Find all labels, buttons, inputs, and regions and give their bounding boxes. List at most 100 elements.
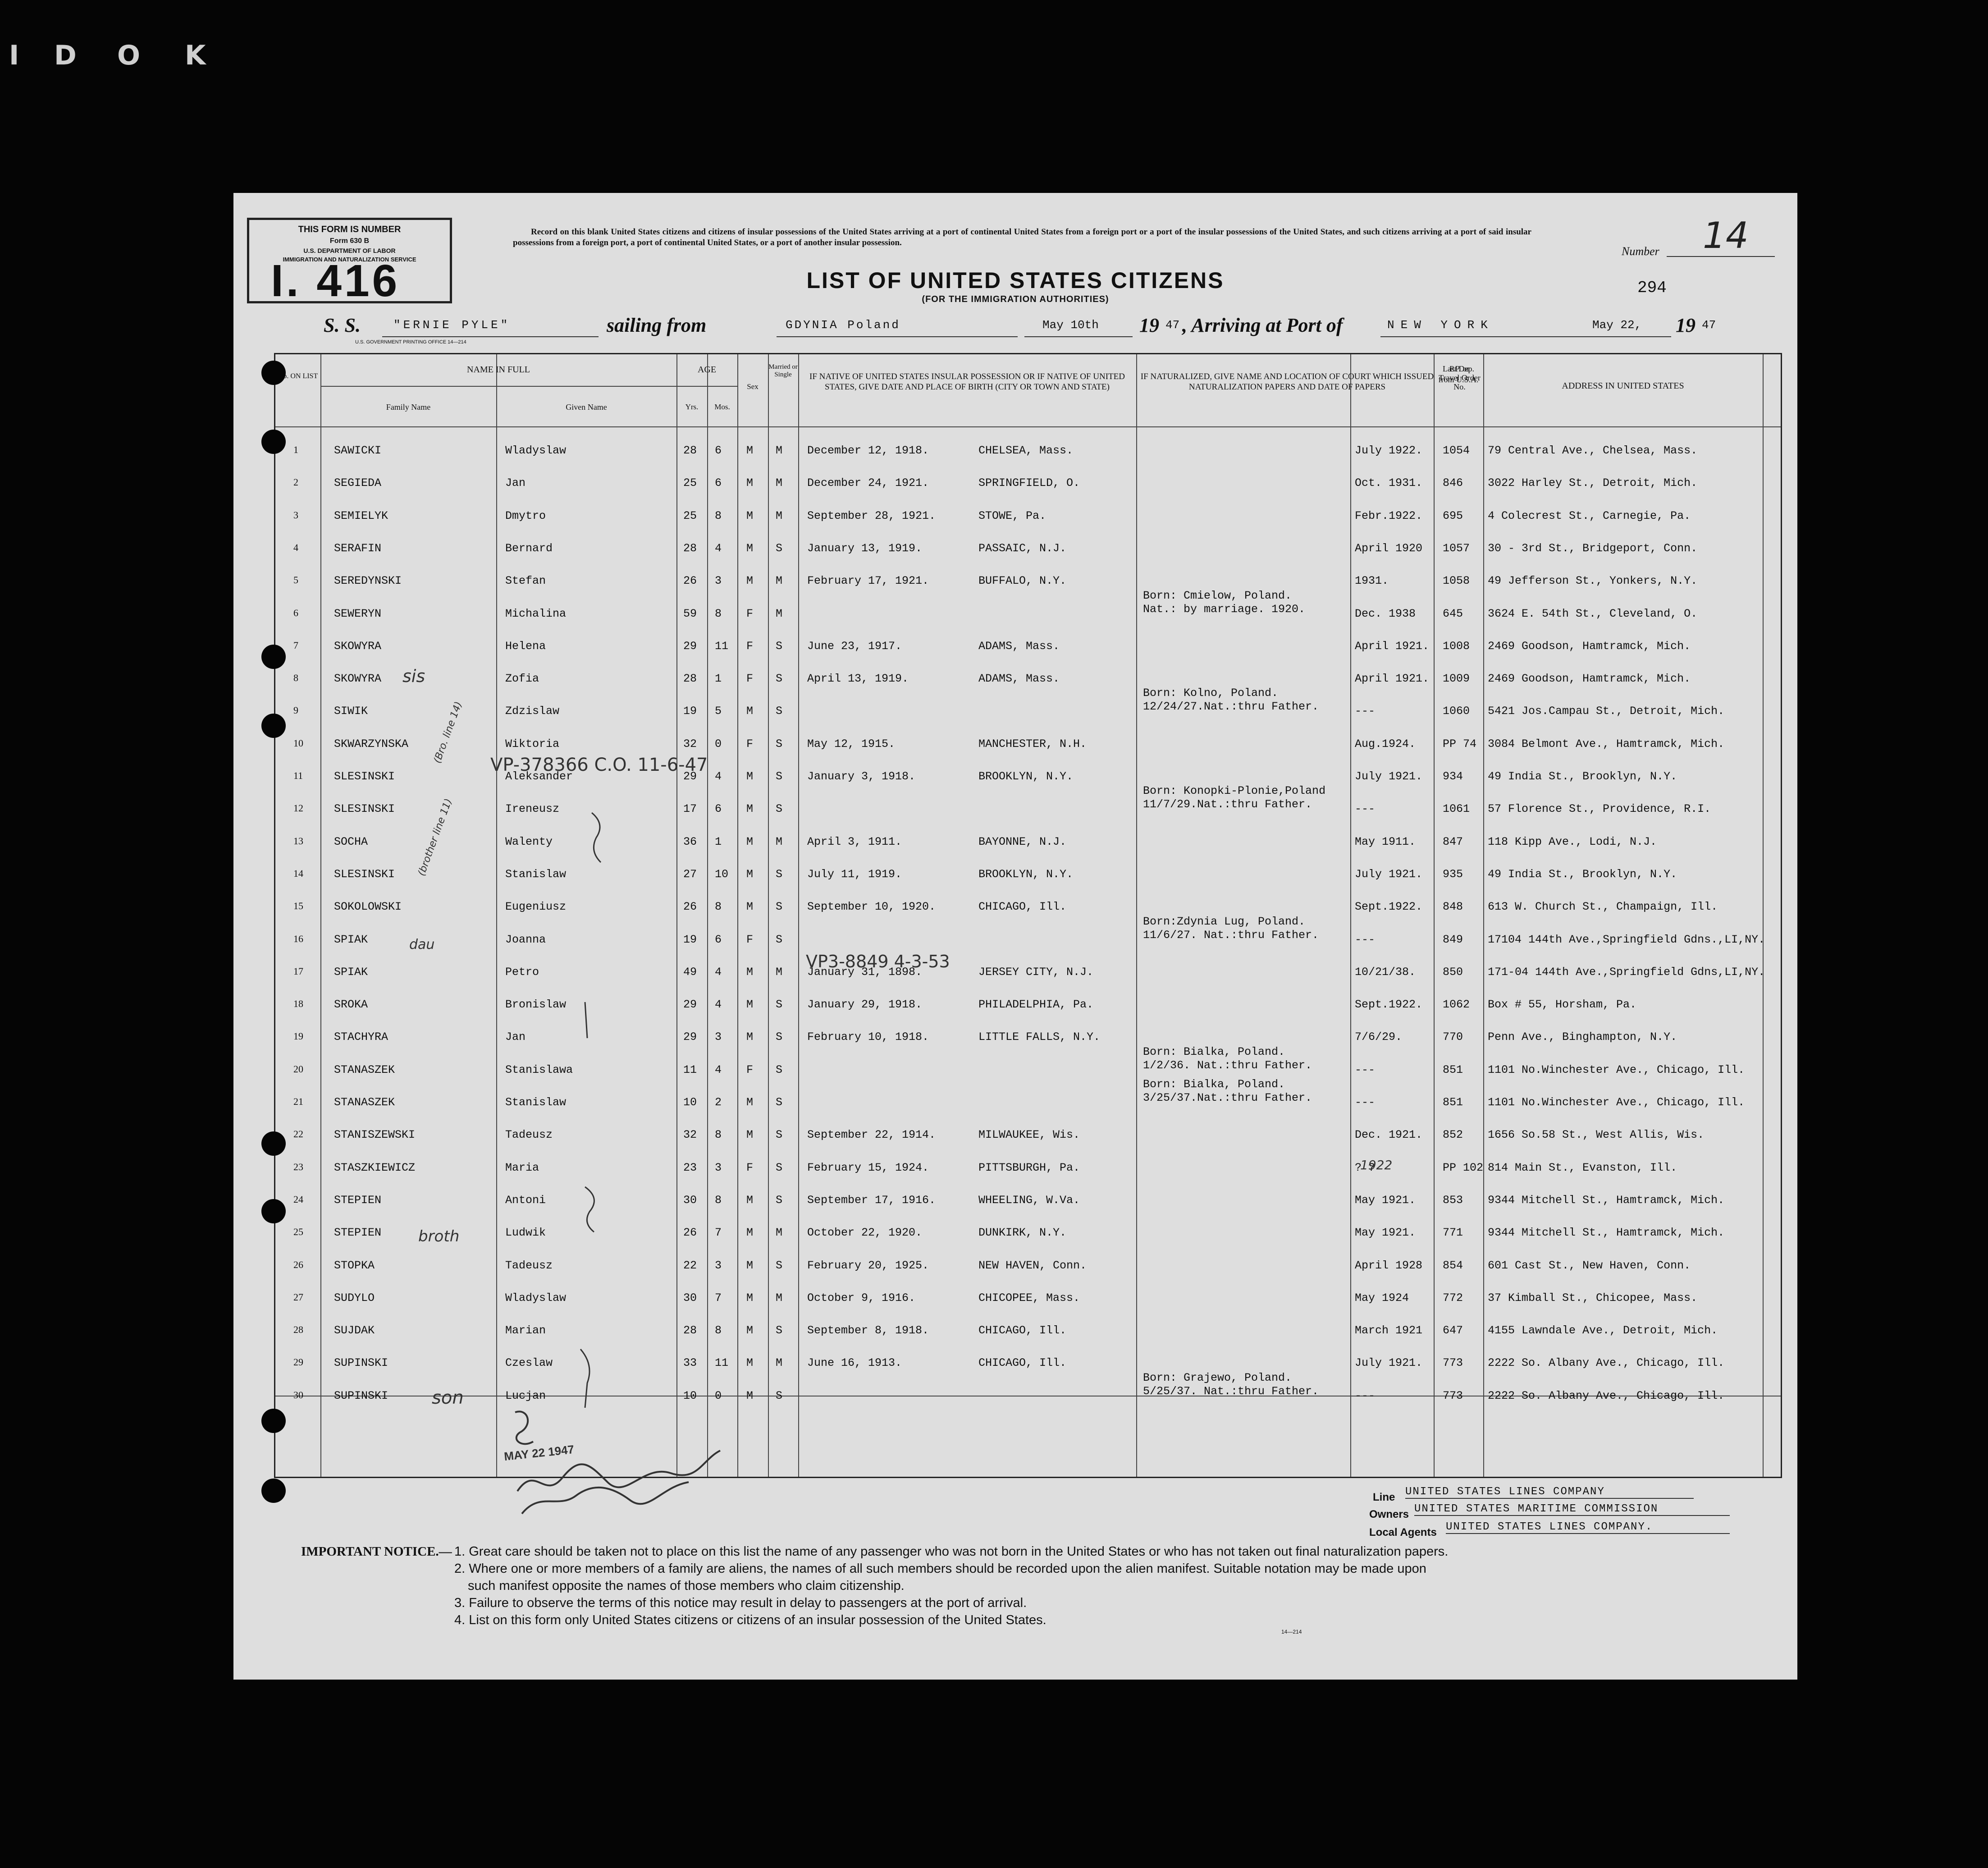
cell-last-departure: July 1921. (1355, 867, 1423, 881)
owners-label: Owners (1369, 1508, 1409, 1520)
passenger-table: No. ON LIST NAME IN FULL Family Name Giv… (274, 353, 1782, 1478)
cell-given-name: Ludwik (505, 1226, 546, 1240)
handwritten-broth: broth (418, 1227, 460, 1245)
cell-age-months: 4 (715, 1063, 722, 1076)
cell-pp-number: 851 (1443, 1063, 1463, 1076)
header-given-name: Given Name (566, 403, 607, 412)
cell-address: 57 Florence St., Providence, R.I. (1488, 802, 1711, 816)
cell-given-name: Tadeusz (505, 1259, 553, 1272)
cell-last-departure: May 1921. (1355, 1193, 1416, 1207)
cell-address: 4155 Lawndale Ave., Detroit, Mich. (1488, 1324, 1718, 1337)
cell-row-number: 20 (293, 1063, 303, 1075)
table-row: 17 SPIAK Petro 49 4 M M January 31, 1898. JERSEY… (275, 955, 1781, 988)
header-naturalized: IF NATURALIZED, GIVE NAME AND LOCATION O… (1140, 372, 1434, 392)
cell-address: 613 W. Church St., Champaign, Ill. (1488, 900, 1718, 914)
cell-row-number: 5 (293, 574, 298, 586)
cell-marital-status: S (776, 639, 783, 653)
port-underline (1380, 336, 1615, 337)
cell-row-number: 13 (293, 835, 303, 847)
cell-age-years: 28 (683, 672, 697, 686)
table-row: 18 SROKA Bronislaw 29 4 M S January 29, 1918. PH… (275, 987, 1781, 1020)
cell-pp-number: 850 (1443, 965, 1463, 979)
cell-row-number: 3 (293, 509, 298, 521)
handwritten-vp2: VP3-8849 4-3-53 (806, 952, 950, 971)
film-mark: D (54, 40, 77, 71)
cell-given-name: Walenty (505, 835, 553, 848)
cell-pp-number: 772 (1443, 1291, 1463, 1305)
cell-age-years: 28 (683, 444, 697, 457)
cell-sex: F (746, 1161, 754, 1174)
table-row: 13 SOCHA Walenty 36 1 M M April 3, 1911. BAYONNE… (275, 824, 1781, 857)
notice-item-2a: 2. Where one or more members of a family… (454, 1561, 1426, 1576)
cell-birth-date: September 8, 1918. (807, 1324, 929, 1337)
cell-age-months: 1 (715, 672, 722, 686)
cell-birth-place: BAYONNE, N.J. (978, 835, 1067, 848)
cell-sex: F (746, 639, 754, 653)
cell-age-months: 3 (715, 1259, 722, 1272)
cell-birth-place: NEW HAVEN, Conn. (978, 1259, 1087, 1272)
cell-family-name: STACHYRA (334, 1030, 388, 1044)
cell-age-months: 0 (715, 737, 722, 751)
year-prefix: 19 (1139, 314, 1159, 336)
cell-birth-place: CHELSEA, Mass. (978, 444, 1074, 457)
cell-age-months: 7 (715, 1291, 722, 1305)
cell-birth-place: SPRINGFIELD, O. (978, 476, 1080, 490)
cell-given-name: Jan (505, 476, 526, 490)
cell-last-departure: --- (1355, 933, 1376, 946)
cell-last-departure: Oct. 1931. (1355, 476, 1423, 490)
number-label: Number (1622, 245, 1659, 258)
header-yrs: Yrs. (685, 403, 699, 411)
table-row: 7 SKOWYRA Helena 29 11 F S June 23, 1917. ADAMS,… (275, 629, 1781, 662)
cell-pp-number: 1058 (1443, 574, 1470, 588)
cell-given-name: Bernard (505, 541, 553, 555)
cell-last-departure: July 1921. (1355, 770, 1423, 783)
cell-sex: M (746, 1128, 754, 1142)
cell-row-number: 2 (293, 476, 298, 488)
from-underline (777, 336, 1018, 337)
cell-given-name: Zofia (505, 672, 539, 686)
cell-address: 118 Kipp Ave., Lodi, N.J. (1488, 835, 1657, 848)
cell-marital-status: S (776, 1063, 783, 1076)
cell-address: 814 Main St., Evanston, Ill. (1488, 1161, 1677, 1174)
punch-hole (261, 1131, 286, 1156)
cell-row-number: 19 (293, 1030, 303, 1042)
cell-birth-place: BROOKLYN, N.Y. (978, 770, 1074, 783)
cell-last-departure: April 1920 (1355, 541, 1423, 555)
cell-age-months: 7 (715, 1226, 722, 1240)
handwritten-sis: sis (402, 666, 425, 686)
table-row: 8 SKOWYRA Zofia 28 1 F S April 13, 1919. ADAMS, … (275, 661, 1781, 694)
cell-last-departure: --- (1355, 1063, 1376, 1076)
cell-pp-number: 1054 (1443, 444, 1470, 457)
table-row: 20 STANASZEK Stanislawa 11 4 F S --- 851 1101 No.… (275, 1045, 1781, 1085)
cell-address: 3022 Harley St., Detroit, Mich. (1488, 476, 1698, 490)
cell-birth-date: April 3, 1911. (807, 835, 902, 848)
cell-family-name: SOCHA (334, 835, 368, 848)
cell-birth-date: January 13, 1919. (807, 541, 923, 555)
cell-age-months: 6 (715, 476, 722, 490)
cell-row-number: 25 (293, 1226, 303, 1238)
cell-pp-number: 1061 (1443, 802, 1470, 816)
cell-family-name: SERAFIN (334, 541, 382, 555)
notice-lead: IMPORTANT NOTICE.— (301, 1544, 452, 1559)
cell-marital-status: M (776, 574, 783, 588)
cell-age-years: 22 (683, 1259, 697, 1272)
cell-given-name: Eugeniusz (505, 900, 567, 914)
cell-marital-status: S (776, 867, 783, 881)
cell-row-number: 21 (293, 1096, 303, 1107)
cell-birth-date: September 28, 1921. (807, 509, 936, 522)
notice-item-4: 4. List on this form only United States … (454, 1613, 1047, 1627)
header-married-single: Married or Single (768, 363, 798, 378)
cell-address: 30 - 3rd St., Bridgeport, Conn. (1488, 541, 1698, 555)
punch-hole (261, 1479, 286, 1503)
cell-age-years: 32 (683, 1128, 697, 1142)
cell-row-number: 4 (293, 541, 298, 553)
arrival-underline (1590, 336, 1671, 337)
owners-value: UNITED STATES MARITIME COMMISSION (1414, 1503, 1730, 1516)
cell-age-months: 8 (715, 900, 722, 914)
date-underline (1024, 336, 1133, 337)
cell-age-months: 8 (715, 607, 722, 620)
cell-birth-place: ADAMS, Mass. (978, 639, 1060, 653)
cell-marital-status: S (776, 1389, 783, 1402)
cell-age-years: 17 (683, 802, 697, 816)
cell-address: 9344 Mitchell St., Hamtramck, Mich. (1488, 1226, 1725, 1240)
